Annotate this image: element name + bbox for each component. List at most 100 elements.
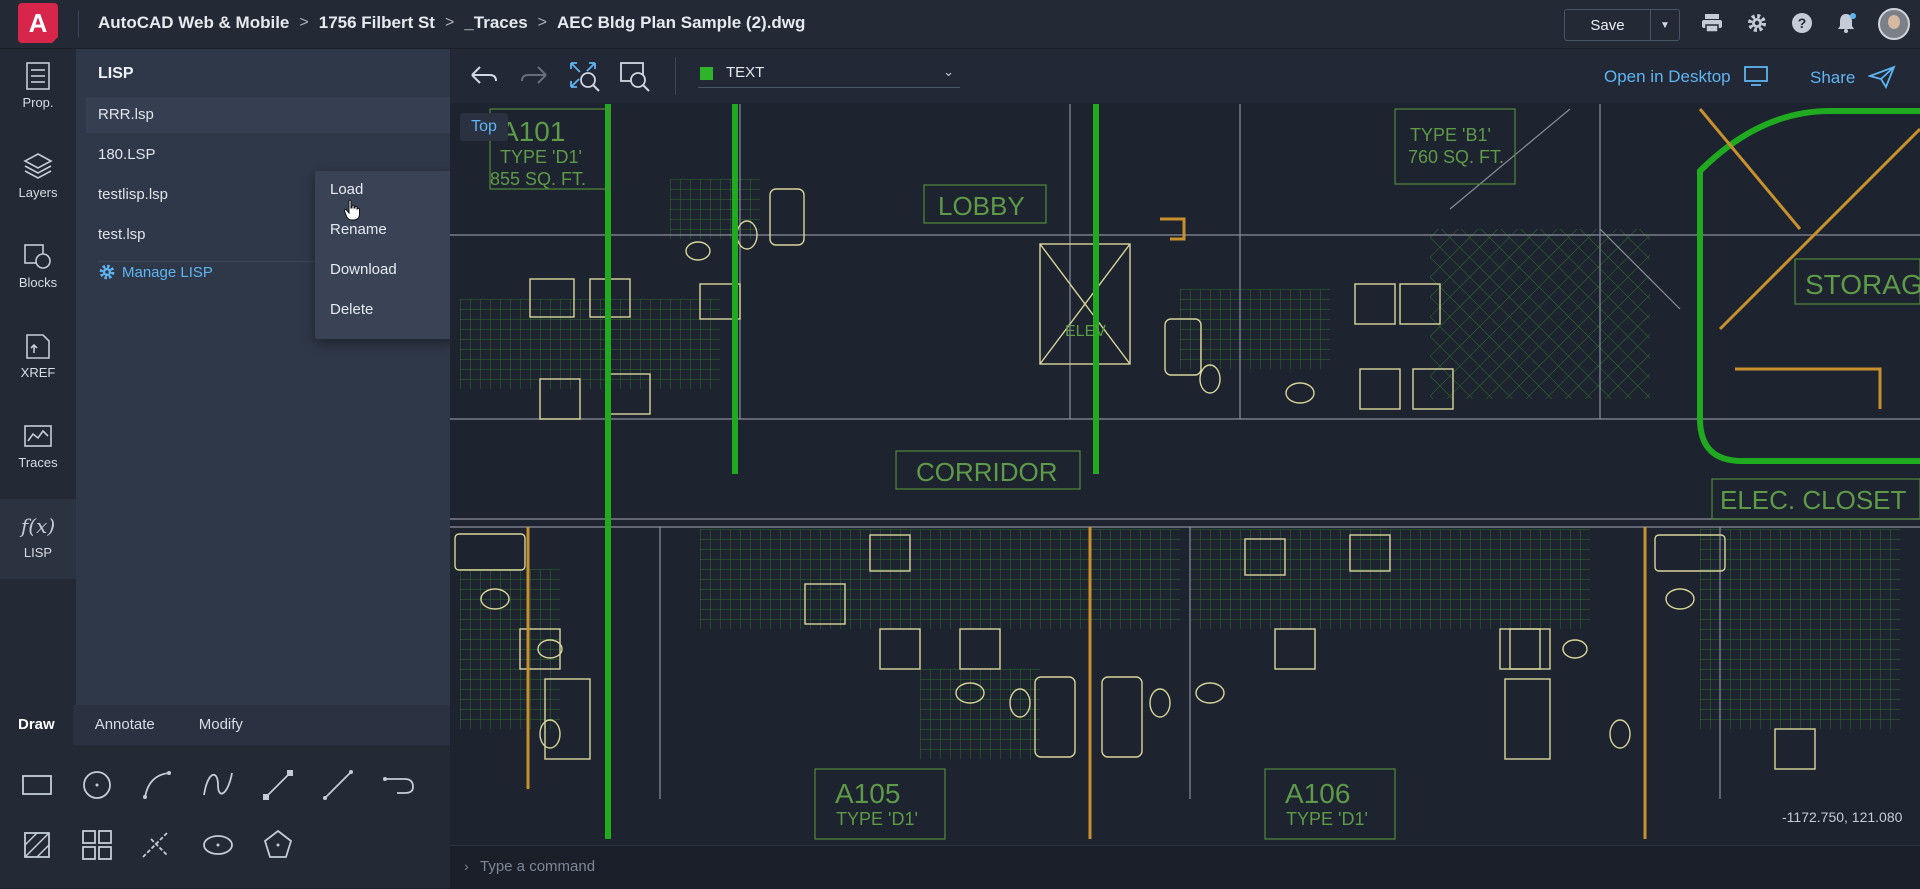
top-bar: A AutoCAD Web & Mobile > 1756 Filbert St… (0, 0, 1920, 49)
breadcrumb-file: AEC Bldg Plan Sample (2).dwg (557, 13, 806, 32)
autocad-logo[interactable]: A (18, 3, 58, 43)
floor-plan-drawing: A101 TYPE 'D1' 855 SQ. FT. LOBBY CORRIDO… (450, 104, 1920, 840)
command-input[interactable]: Type a command (480, 858, 595, 875)
canvas-toolbar: TEXT ⌄ Open in Desktop Share (450, 49, 1920, 103)
zoom-window-icon[interactable] (618, 60, 652, 94)
rail-item-blocks[interactable]: Blocks (0, 229, 76, 309)
tab-modify[interactable]: Modify (177, 705, 265, 745)
spline-tool[interactable] (198, 765, 238, 805)
help-icon[interactable]: ? (1790, 12, 1814, 36)
breadcrumb: AutoCAD Web & Mobile > 1756 Filbert St >… (98, 13, 805, 33)
lisp-file-name: 180.LSP (98, 146, 156, 163)
line-tool[interactable] (318, 765, 358, 805)
avatar[interactable] (1878, 8, 1910, 40)
xref-icon (26, 334, 50, 359)
array-tool[interactable] (77, 825, 117, 865)
hatch-tool[interactable] (17, 825, 57, 865)
manage-lisp-link[interactable]: Manage LISP (98, 263, 213, 281)
room-label: TYPE 'B1' (1410, 125, 1491, 145)
rectangle-tool[interactable] (17, 765, 57, 805)
chevron-right-icon: > (444, 14, 455, 31)
menu-item-download[interactable]: Download (315, 251, 455, 291)
redo-icon[interactable] (518, 63, 550, 87)
trim-tool[interactable] (137, 825, 177, 865)
room-label: A101 (500, 116, 565, 147)
offset-tool[interactable] (379, 765, 419, 805)
room-label: STORAGE (1805, 269, 1920, 300)
chevron-right-icon: > (537, 14, 547, 31)
drawing-canvas[interactable]: A101 TYPE 'D1' 855 SQ. FT. LOBBY CORRIDO… (450, 49, 1920, 845)
traces-icon (24, 425, 52, 447)
svg-text:?: ? (1798, 15, 1807, 31)
rail-item-layers[interactable]: Layers (0, 139, 76, 219)
lisp-file-row[interactable]: RRR.lsp (86, 97, 504, 133)
undo-icon[interactable] (468, 63, 500, 87)
room-label: A105 (835, 778, 900, 809)
hand-cursor-icon (344, 199, 360, 221)
divider (675, 57, 676, 95)
open-in-desktop-label: Open in Desktop (1604, 67, 1731, 86)
menu-item-rename[interactable]: Rename (315, 211, 455, 251)
polygon-tool[interactable] (258, 825, 298, 865)
open-in-desktop-button[interactable]: Open in Desktop (1604, 65, 1769, 87)
rail-label-blocks: Blocks (18, 275, 58, 290)
rail-item-xref[interactable]: XREF (0, 319, 76, 399)
layers-icon (23, 153, 53, 179)
arc-tool[interactable] (137, 765, 177, 805)
lisp-file-name: RRR.lsp (98, 106, 154, 123)
circle-tool[interactable] (77, 765, 117, 805)
breadcrumb-app[interactable]: AutoCAD Web & Mobile (98, 13, 289, 33)
layer-name: TEXT (726, 64, 765, 81)
rail-label-lisp: LISP (23, 545, 53, 560)
menu-item-load[interactable]: Load (315, 171, 455, 211)
left-rail: Prop. Layers Blocks XREF Traces f(x) LIS… (0, 49, 76, 705)
draw-toolbar: Draw Annotate Modify (0, 705, 450, 888)
chevron-right-icon: > (299, 14, 309, 31)
paper-plane-icon (1867, 65, 1896, 89)
room-label: TYPE 'D1' (500, 147, 582, 167)
manage-lisp-label: Manage LISP (122, 263, 213, 281)
panel-title: LISP (98, 65, 134, 82)
chevron-right-icon: › (464, 858, 469, 874)
room-label: LOBBY (938, 191, 1025, 221)
divider (78, 10, 79, 38)
function-icon: f(x) (20, 514, 56, 538)
menu-item-delete[interactable]: Delete (315, 291, 455, 331)
rail-label-properties: Prop. (22, 95, 54, 110)
room-label: TYPE 'D1' (1286, 809, 1368, 829)
zoom-extents-icon[interactable] (568, 60, 602, 94)
view-cube-top[interactable]: Top (460, 113, 508, 141)
rail-label-layers: Layers (18, 185, 58, 200)
command-line[interactable]: › Type a command (450, 845, 1920, 889)
rail-item-traces[interactable]: Traces (0, 409, 76, 489)
print-icon[interactable] (1700, 12, 1724, 36)
rail-item-lisp[interactable]: f(x) LISP (0, 499, 76, 579)
lisp-file-name: testlisp.lsp (98, 186, 169, 203)
ellipse-tool[interactable] (198, 825, 238, 865)
layer-dropdown[interactable]: TEXT ⌄ (698, 61, 960, 88)
breadcrumb-subfolder[interactable]: _Traces (464, 13, 527, 33)
tab-draw[interactable]: Draw (0, 705, 73, 745)
bell-icon[interactable] (1834, 12, 1858, 36)
polyline-tool[interactable] (258, 765, 298, 805)
room-label: 760 SQ. FT. (1408, 147, 1504, 167)
context-menu: Load Rename Download Delete (315, 171, 455, 339)
room-label: CORRIDOR (916, 457, 1058, 487)
rail-label-traces: Traces (18, 455, 58, 470)
rail-item-properties[interactable]: Prop. (0, 49, 76, 129)
breadcrumb-folder[interactable]: 1756 Filbert St (319, 13, 435, 33)
layer-color-swatch (700, 67, 713, 80)
room-label: 855 SQ. FT. (490, 169, 586, 189)
gear-icon[interactable] (1745, 12, 1769, 36)
save-button-group: Save ▼ (1564, 9, 1680, 41)
room-label: A106 (1285, 778, 1350, 809)
lisp-file-name: test.lsp (98, 226, 146, 243)
rail-label-xref: XREF (20, 365, 56, 380)
save-dropdown-button[interactable]: ▼ (1651, 10, 1679, 40)
save-button[interactable]: Save (1565, 10, 1651, 40)
share-button[interactable]: Share (1810, 65, 1896, 89)
draw-tabs: Draw Annotate Modify (0, 705, 450, 745)
lisp-file-row[interactable]: 180.LSP (86, 137, 504, 173)
tab-annotate[interactable]: Annotate (73, 705, 177, 745)
chevron-down-icon: ⌄ (943, 64, 954, 79)
